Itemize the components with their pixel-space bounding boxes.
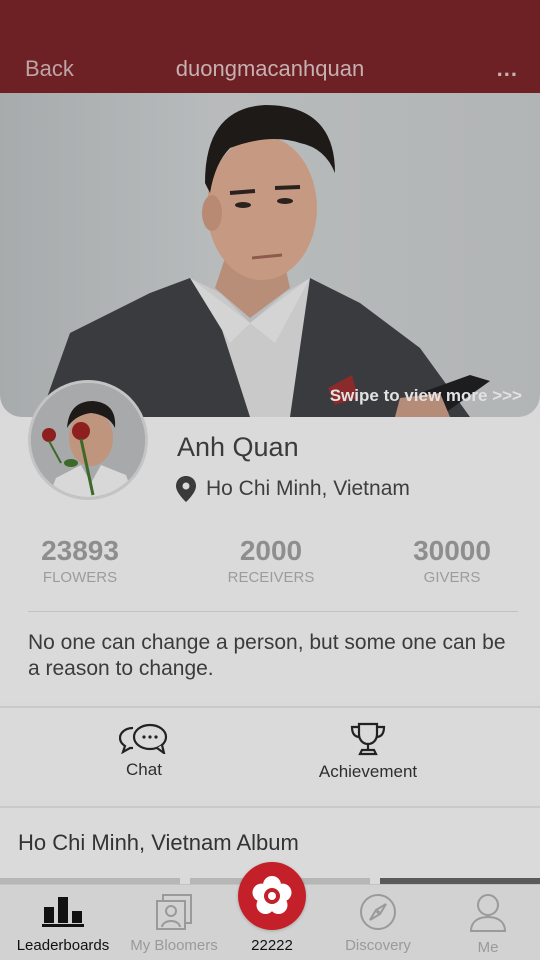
album-title[interactable]: Ho Chi Minh, Vietnam Album bbox=[18, 830, 299, 856]
stat-value: 23893 bbox=[41, 535, 119, 566]
stat-receivers[interactable]: 2000 RECEIVERS bbox=[216, 535, 326, 586]
chat-bubbles-icon bbox=[119, 723, 168, 754]
send-flower-button[interactable] bbox=[238, 862, 306, 930]
compass-icon bbox=[360, 894, 396, 930]
divider bbox=[28, 611, 518, 612]
swipe-hint: Swipe to view more >>> bbox=[329, 386, 522, 405]
chat-button[interactable]: Chat bbox=[104, 722, 184, 780]
flower-icon bbox=[252, 876, 292, 914]
more-options-button[interactable]: ... bbox=[497, 56, 518, 82]
tab-label: Me bbox=[477, 939, 499, 956]
tab-label: My Bloomers bbox=[130, 937, 218, 954]
chat-label: Chat bbox=[126, 760, 162, 779]
achievement-button[interactable]: Achievement bbox=[308, 722, 428, 782]
center-tab-label: 22222 bbox=[251, 937, 293, 954]
stat-label: GIVERS bbox=[423, 569, 481, 586]
achievement-label: Achievement bbox=[318, 762, 418, 781]
cover-photo[interactable]: Swipe to view more >>> bbox=[0, 93, 540, 417]
profile-name: Anh Quan bbox=[177, 432, 299, 462]
page-title: duongmacanhquan bbox=[175, 56, 365, 81]
person-icon bbox=[469, 894, 507, 932]
profile-bio: No one can change a person, but some one… bbox=[28, 631, 506, 680]
profile-location: Ho Chi Minh, Vietnam bbox=[176, 476, 410, 502]
location-text: Ho Chi Minh, Vietnam bbox=[206, 477, 410, 500]
stat-value: 30000 bbox=[413, 535, 491, 566]
top-app-bar: Back duongmacanhquan ... bbox=[0, 0, 540, 93]
trophy-icon bbox=[350, 722, 386, 756]
cover-portrait-image bbox=[40, 105, 490, 417]
stat-flowers[interactable]: 23893 FLOWERS bbox=[28, 535, 132, 586]
profile-stats: 23893 FLOWERS 2000 RECEIVERS 30000 GIVER… bbox=[28, 535, 518, 595]
tab-label: Leaderboards bbox=[16, 937, 110, 954]
podium-icon bbox=[42, 897, 84, 927]
avatar[interactable] bbox=[28, 380, 148, 500]
photo-frame-icon bbox=[156, 894, 192, 930]
stat-label: RECEIVERS bbox=[227, 569, 315, 586]
stat-value: 2000 bbox=[239, 535, 303, 566]
tab-label: Discovery bbox=[345, 937, 411, 954]
location-pin-icon bbox=[176, 476, 196, 502]
stat-givers[interactable]: 30000 GIVERS bbox=[400, 535, 504, 586]
profile-actions: Chat Achievement bbox=[0, 706, 540, 800]
stat-label: FLOWERS bbox=[42, 569, 118, 586]
